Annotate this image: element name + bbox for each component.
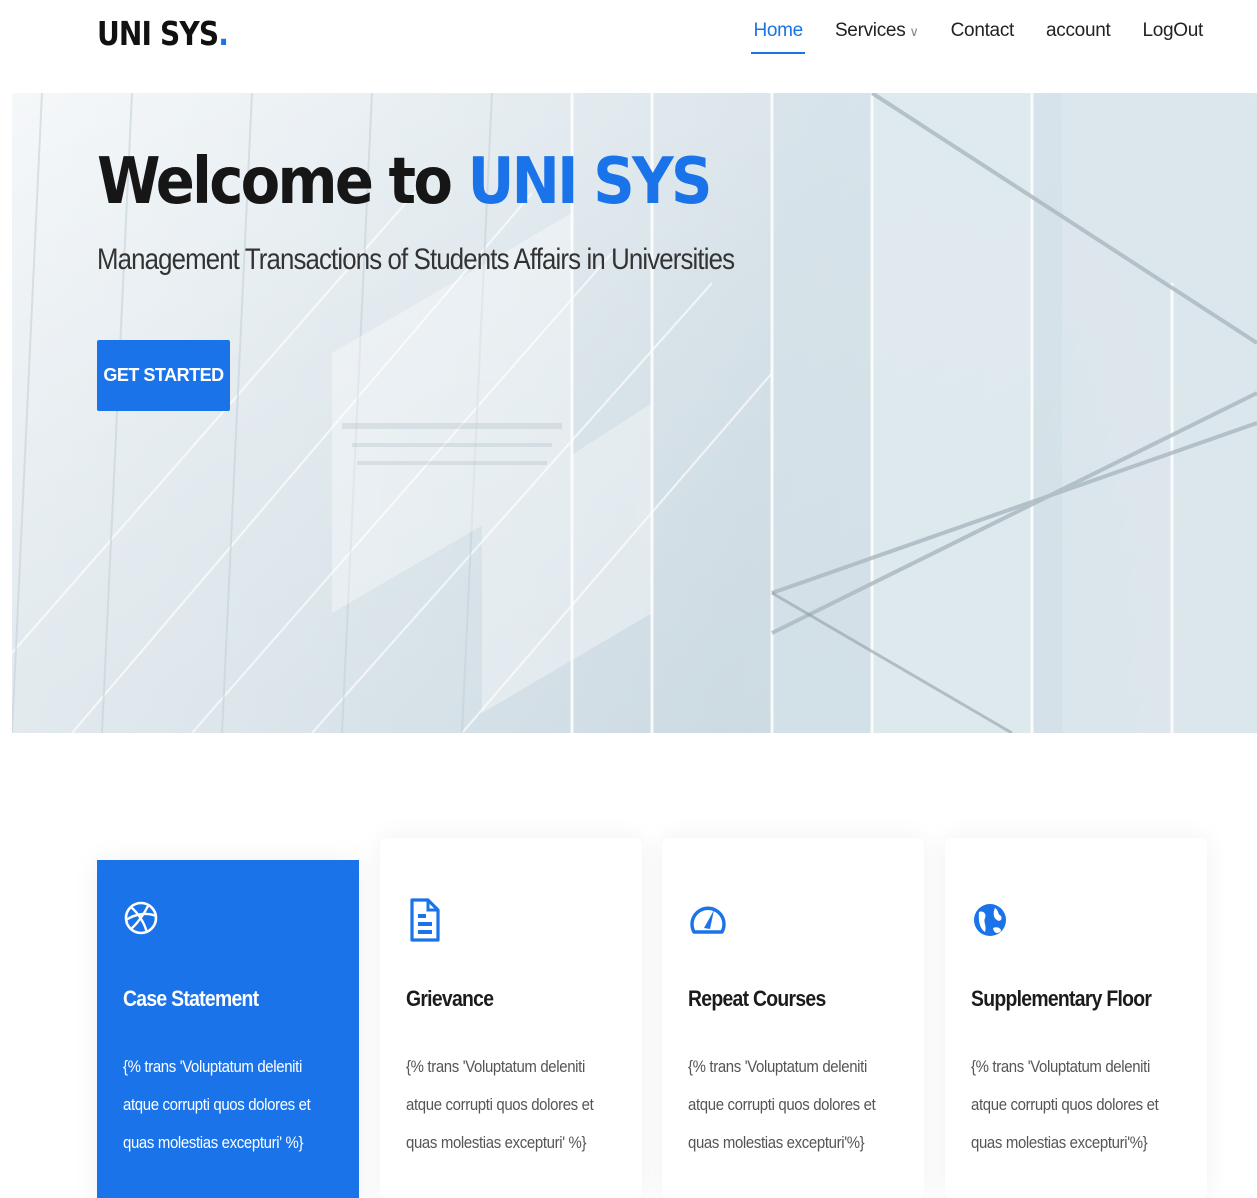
nav-home[interactable]: Home [751, 18, 806, 54]
hero-title: Welcome to UNI SYS [97, 145, 713, 219]
main-nav: Home Services ∨ Contact account LogOut [751, 18, 1205, 54]
nav-services[interactable]: Services ∨ [833, 18, 921, 54]
card-title: Grievance [406, 986, 494, 1011]
file-text-icon [410, 898, 440, 942]
nav-contact[interactable]: Contact [949, 18, 1016, 54]
get-started-button[interactable]: GET STARTED [97, 340, 230, 411]
logo-text: UNI SYS [97, 14, 219, 53]
card-title: Repeat Courses [688, 986, 826, 1011]
chevron-down-icon: ∨ [909, 24, 919, 39]
hero-title-prefix: Welcome to [97, 145, 468, 219]
card-case-statement[interactable]: Case Statement {% trans 'Voluptatum dele… [97, 860, 359, 1198]
hero-section: Welcome to UNI SYS Management Transactio… [12, 93, 1257, 733]
nav-logout[interactable]: LogOut [1140, 18, 1205, 54]
card-grievance[interactable]: Grievance {% trans 'Voluptatum deleniti … [380, 838, 642, 1198]
nav-account[interactable]: account [1044, 18, 1112, 54]
nav-contact-label: Contact [950, 20, 1015, 41]
card-description: {% trans 'Voluptatum deleniti atque corr… [123, 1057, 311, 1152]
nav-services-label: Services [834, 20, 906, 41]
nav-logout-label: LogOut [1142, 20, 1203, 41]
card-supplementary-floor[interactable]: Supplementary Floor {% trans 'Voluptatum… [945, 838, 1207, 1198]
site-header: UNI SYS. Home Services ∨ Contact account … [0, 0, 1257, 93]
services-cards: Case Statement {% trans 'Voluptatum dele… [97, 838, 1207, 1198]
logo-dot: . [218, 14, 229, 53]
hero-subtitle: Management Transactions of Students Affa… [97, 243, 735, 276]
card-description: {% trans 'Voluptatum deleniti atque corr… [688, 1057, 876, 1152]
nav-account-label: account [1046, 20, 1111, 41]
card-description: {% trans 'Voluptatum deleniti atque corr… [971, 1057, 1159, 1152]
card-title: Case Statement [123, 986, 259, 1011]
card-repeat-courses[interactable]: Repeat Courses {% trans 'Voluptatum dele… [662, 838, 924, 1198]
speedometer-icon [690, 906, 726, 934]
dribbble-icon [124, 901, 158, 935]
card-title: Supplementary Floor [971, 986, 1152, 1011]
card-description: {% trans 'Voluptatum deleniti atque corr… [406, 1057, 594, 1152]
hero-title-accent: UNI SYS [467, 145, 713, 219]
globe-icon [974, 904, 1006, 936]
site-logo[interactable]: UNI SYS. [97, 14, 229, 53]
nav-home-label: Home [753, 20, 803, 41]
